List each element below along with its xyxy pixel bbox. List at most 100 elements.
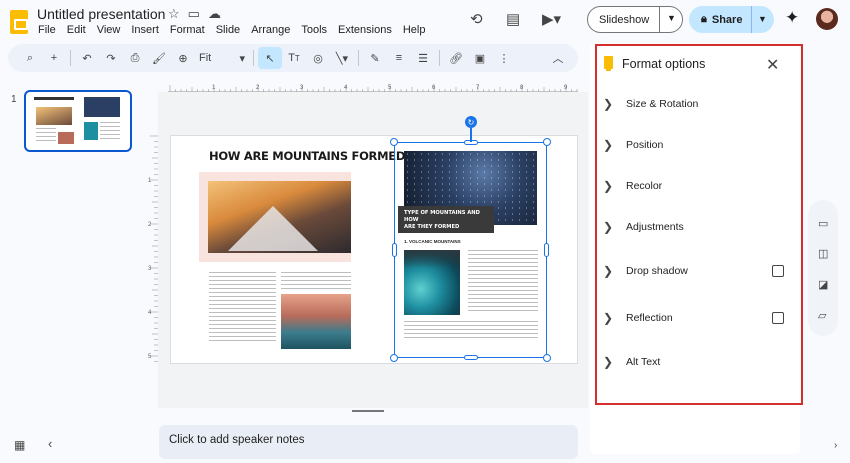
share-options-icon[interactable]: ▼: [758, 14, 767, 24]
resize-handle[interactable]: [464, 355, 478, 360]
tasks-icon[interactable]: ◪: [818, 278, 828, 291]
slides-logo-icon[interactable]: [10, 10, 28, 34]
undo-icon[interactable]: ↶: [75, 47, 99, 69]
menu-extensions[interactable]: Extensions: [338, 24, 392, 36]
document-title[interactable]: Untitled presentation: [37, 6, 165, 22]
menu-file[interactable]: File: [38, 24, 56, 36]
ruler-left[interactable]: 1 2 3 4 5: [148, 134, 158, 364]
lake-image[interactable]: [281, 294, 351, 349]
keep-icon[interactable]: ◫: [818, 247, 828, 260]
slideshow-label: Slideshow: [599, 13, 650, 26]
select-tool-icon[interactable]: ↖: [258, 47, 282, 69]
chevron-down-icon: ▾: [239, 52, 245, 65]
version-history-icon[interactable]: ⟲: [470, 10, 483, 28]
resize-handle[interactable]: [544, 243, 549, 257]
insert-link-icon[interactable]: 🔗︎: [444, 47, 468, 69]
ruler-label: 9: [564, 85, 568, 91]
ruler-label: 2: [148, 222, 152, 228]
resize-handle[interactable]: [390, 354, 398, 362]
thumb-image: [58, 132, 74, 144]
ruler-label: 2: [256, 85, 260, 91]
ruler-label: 1: [148, 178, 152, 184]
grid-view-icon[interactable]: ▦: [14, 438, 25, 452]
share-button[interactable]: 🔒︎ Share ▼: [689, 6, 774, 33]
move-folder-icon[interactable]: ▭: [188, 6, 200, 22]
thumb-heading-shape: [34, 97, 74, 100]
menu-bar: File Edit View Insert Format Slide Arran…: [38, 24, 425, 36]
zoom-value: Fit: [199, 52, 212, 64]
new-slide-icon[interactable]: +: [42, 47, 66, 69]
slide-number: 1: [11, 94, 17, 105]
body-text[interactable]: [281, 272, 351, 290]
ruler-label: 8: [520, 85, 524, 91]
line-icon[interactable]: ╲▾: [330, 47, 354, 69]
shape-icon[interactable]: ◎: [306, 47, 330, 69]
ruler-label: 6: [432, 85, 436, 91]
body-text[interactable]: [209, 272, 276, 344]
ruler-label: 1: [212, 85, 216, 91]
menu-tools[interactable]: Tools: [301, 24, 327, 36]
thumb-text: [100, 122, 120, 142]
slide-heading[interactable]: HOW ARE MOUNTAINS FORMED?: [209, 149, 412, 163]
meet-icon[interactable]: ▶▾: [542, 10, 561, 28]
calendar-icon[interactable]: ▭: [818, 217, 828, 230]
gemini-icon[interactable]: ✦: [785, 8, 799, 28]
slide-thumbnail[interactable]: [24, 90, 132, 152]
ruler-label: 5: [148, 354, 152, 360]
print-icon[interactable]: ⎙: [123, 47, 147, 69]
share-label: Share: [711, 13, 743, 26]
comments-icon[interactable]: ▤: [506, 10, 520, 28]
title-actions: ☆ ▭ ☁: [168, 6, 221, 22]
collapse-toolbar-icon[interactable]: ︿: [546, 47, 570, 69]
folder-icon[interactable]: ▱: [818, 309, 826, 322]
toolbar: ⌕ + ↶ ↷ ⎙ 🖌︎ ⊕ Fit ▾ ↖ TT ◎ ╲▾ ✎ ≡ ☰ 🔗︎ …: [8, 44, 578, 72]
redo-icon[interactable]: ↷: [99, 47, 123, 69]
ruler-label: 7: [476, 85, 480, 91]
notes-resize-handle[interactable]: [352, 410, 384, 412]
menu-view[interactable]: View: [97, 24, 121, 36]
ruler-label: 3: [300, 85, 304, 91]
search-menus-icon[interactable]: ⌕: [18, 47, 42, 69]
star-icon[interactable]: ☆: [168, 6, 180, 22]
resize-handle[interactable]: [392, 243, 397, 257]
zoom-select[interactable]: Fit ▾: [195, 47, 249, 69]
border-weight-icon[interactable]: ≡: [387, 47, 411, 69]
rotation-line: [470, 128, 472, 142]
slideshow-button[interactable]: Slideshow ▼: [587, 6, 683, 33]
speaker-notes-placeholder: Click to add speaker notes: [169, 434, 305, 446]
resize-handle[interactable]: [543, 138, 551, 146]
collapse-filmstrip-icon[interactable]: ‹: [48, 436, 52, 451]
speaker-notes[interactable]: Click to add speaker notes: [159, 425, 578, 459]
ruler-top[interactable]: 1 2 3 4 5 6 7 8 9: [168, 82, 578, 92]
lock-icon: 🔒︎: [701, 13, 707, 25]
paint-format-icon[interactable]: 🖌︎: [147, 47, 171, 69]
cloud-status-icon[interactable]: ☁: [208, 6, 221, 22]
thumb-text: [36, 128, 56, 144]
menu-insert[interactable]: Insert: [131, 24, 159, 36]
border-dash-icon[interactable]: ☰: [411, 47, 435, 69]
border-color-icon[interactable]: ✎: [363, 47, 387, 69]
text-box-icon[interactable]: TT: [282, 47, 306, 69]
menu-edit[interactable]: Edit: [67, 24, 86, 36]
expand-panel-icon[interactable]: ›: [834, 440, 837, 451]
selection-box[interactable]: [390, 138, 551, 362]
add-comment-icon[interactable]: ▣: [468, 47, 492, 69]
rotate-handle-icon[interactable]: ↻: [465, 116, 477, 128]
ruler-label: 4: [148, 310, 152, 316]
mountain-image[interactable]: [208, 181, 351, 253]
resize-handle[interactable]: [543, 354, 551, 362]
thumb-image: [84, 97, 120, 117]
slideshow-options-icon[interactable]: ▼: [667, 13, 676, 23]
avatar[interactable]: [816, 8, 838, 30]
resize-handle[interactable]: [390, 138, 398, 146]
menu-format[interactable]: Format: [170, 24, 205, 36]
zoom-icon[interactable]: ⊕: [171, 47, 195, 69]
ruler-label: 4: [344, 85, 348, 91]
thumb-image: [36, 107, 72, 125]
ruler-label: 3: [148, 266, 152, 272]
menu-help[interactable]: Help: [403, 24, 426, 36]
menu-slide[interactable]: Slide: [216, 24, 240, 36]
menu-arrange[interactable]: Arrange: [251, 24, 290, 36]
thumb-image: [84, 122, 98, 140]
more-options-icon[interactable]: ⋮: [492, 47, 516, 69]
